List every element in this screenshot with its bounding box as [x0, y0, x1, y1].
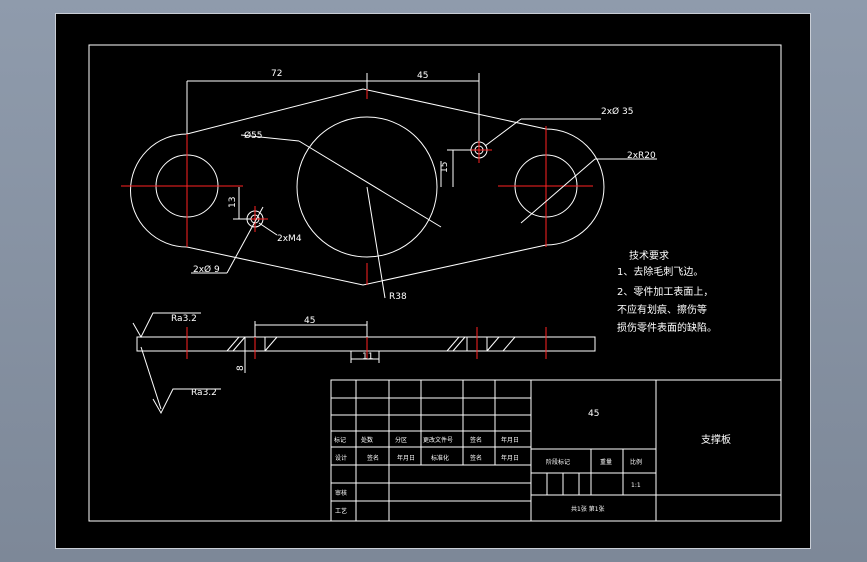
leader-2x09	[226, 206, 264, 274]
tb-nianyueri2: 年月日	[397, 454, 415, 462]
tb-qianming: 签名	[470, 436, 482, 444]
tb-gongyi: 工艺	[335, 507, 347, 515]
dim-15-label: 15	[440, 162, 450, 173]
dim-side-45-label: 45	[304, 316, 315, 326]
tb-nianyueri3: 年月日	[501, 454, 519, 462]
hatch-4	[446, 336, 460, 352]
roughness-label-1: Ra3.2	[171, 314, 197, 324]
hatch-5	[452, 336, 466, 352]
hatch-2	[232, 336, 246, 352]
leader-r38	[366, 186, 386, 299]
leader-2xm4	[258, 222, 278, 236]
tb-biaoji: 标记	[334, 436, 346, 444]
tb-part-name: 支撑板	[701, 433, 731, 446]
title-block-frame	[330, 379, 782, 522]
leader-2x035	[484, 118, 522, 147]
dim-2x09-label: 2xØ 9	[193, 264, 220, 275]
hatch-6	[486, 336, 500, 352]
tb-chushu: 处数	[361, 436, 373, 444]
tb-shenhe: 审核	[335, 489, 347, 497]
tb-qianming2: 签名	[367, 454, 379, 462]
tb-sheji: 设计	[335, 454, 347, 462]
roughness-label-2: Ra3.2	[191, 388, 217, 398]
tb-material: 45	[588, 409, 599, 419]
dim-2xr20-label: 2xR20	[627, 151, 656, 161]
tb-zhongliang: 重量	[600, 458, 612, 466]
tb-scale: 1:1	[631, 482, 641, 489]
tb-wenjian: 更改文件号	[423, 436, 453, 444]
notes-line2: 2、零件加工表面上，	[617, 285, 713, 298]
tb-fenqu: 分区	[395, 436, 407, 444]
notes-line3: 不应有划痕、擦伤等	[617, 303, 707, 316]
leader-2xr20	[520, 158, 596, 224]
plate-side-profile	[136, 336, 596, 352]
tb-qianming3: 签名	[470, 454, 482, 462]
title-block	[330, 379, 782, 522]
cad-drawing-viewport[interactable]: 72 45 Ø55 2xØ 35 2xR20 15 13 2xM4 2xØ 9 …	[55, 13, 811, 549]
dim-72-label: 72	[271, 69, 282, 79]
tb-biaozhunhua: 标准化	[431, 454, 449, 462]
tb-gongzhang: 共1张 第1张	[571, 505, 605, 513]
dim-2xm4-label: 2xM4	[277, 234, 302, 244]
notes-line4: 损伤零件表面的缺陷。	[617, 321, 717, 334]
tb-jieduan: 阶段标记	[546, 458, 570, 466]
drawing-canvas: 72 45 Ø55 2xØ 35 2xR20 15 13 2xM4 2xØ 9 …	[88, 44, 782, 522]
dim-d55-label: Ø55	[244, 130, 263, 141]
dim-2x035-label: 2xØ 35	[601, 106, 633, 117]
dim-45-label: 45	[417, 71, 428, 81]
tb-riqi: 年月日	[501, 436, 519, 444]
roughness-leader-2	[140, 346, 162, 410]
dim-r38-label: R38	[389, 292, 407, 302]
drawing-frame	[88, 44, 782, 522]
notes-line1: 1、去除毛刺飞边。	[617, 265, 703, 278]
hatch-1	[226, 336, 240, 352]
tb-bili: 比例	[630, 458, 642, 466]
notes-title: 技术要求	[629, 249, 669, 262]
dim-8-label: 8	[236, 365, 246, 371]
dim-11-label: 11	[362, 352, 373, 362]
dim-13-label: 13	[228, 197, 238, 208]
hatch-3	[264, 336, 278, 352]
leader-d55	[298, 140, 442, 228]
hatch-7	[502, 336, 516, 352]
